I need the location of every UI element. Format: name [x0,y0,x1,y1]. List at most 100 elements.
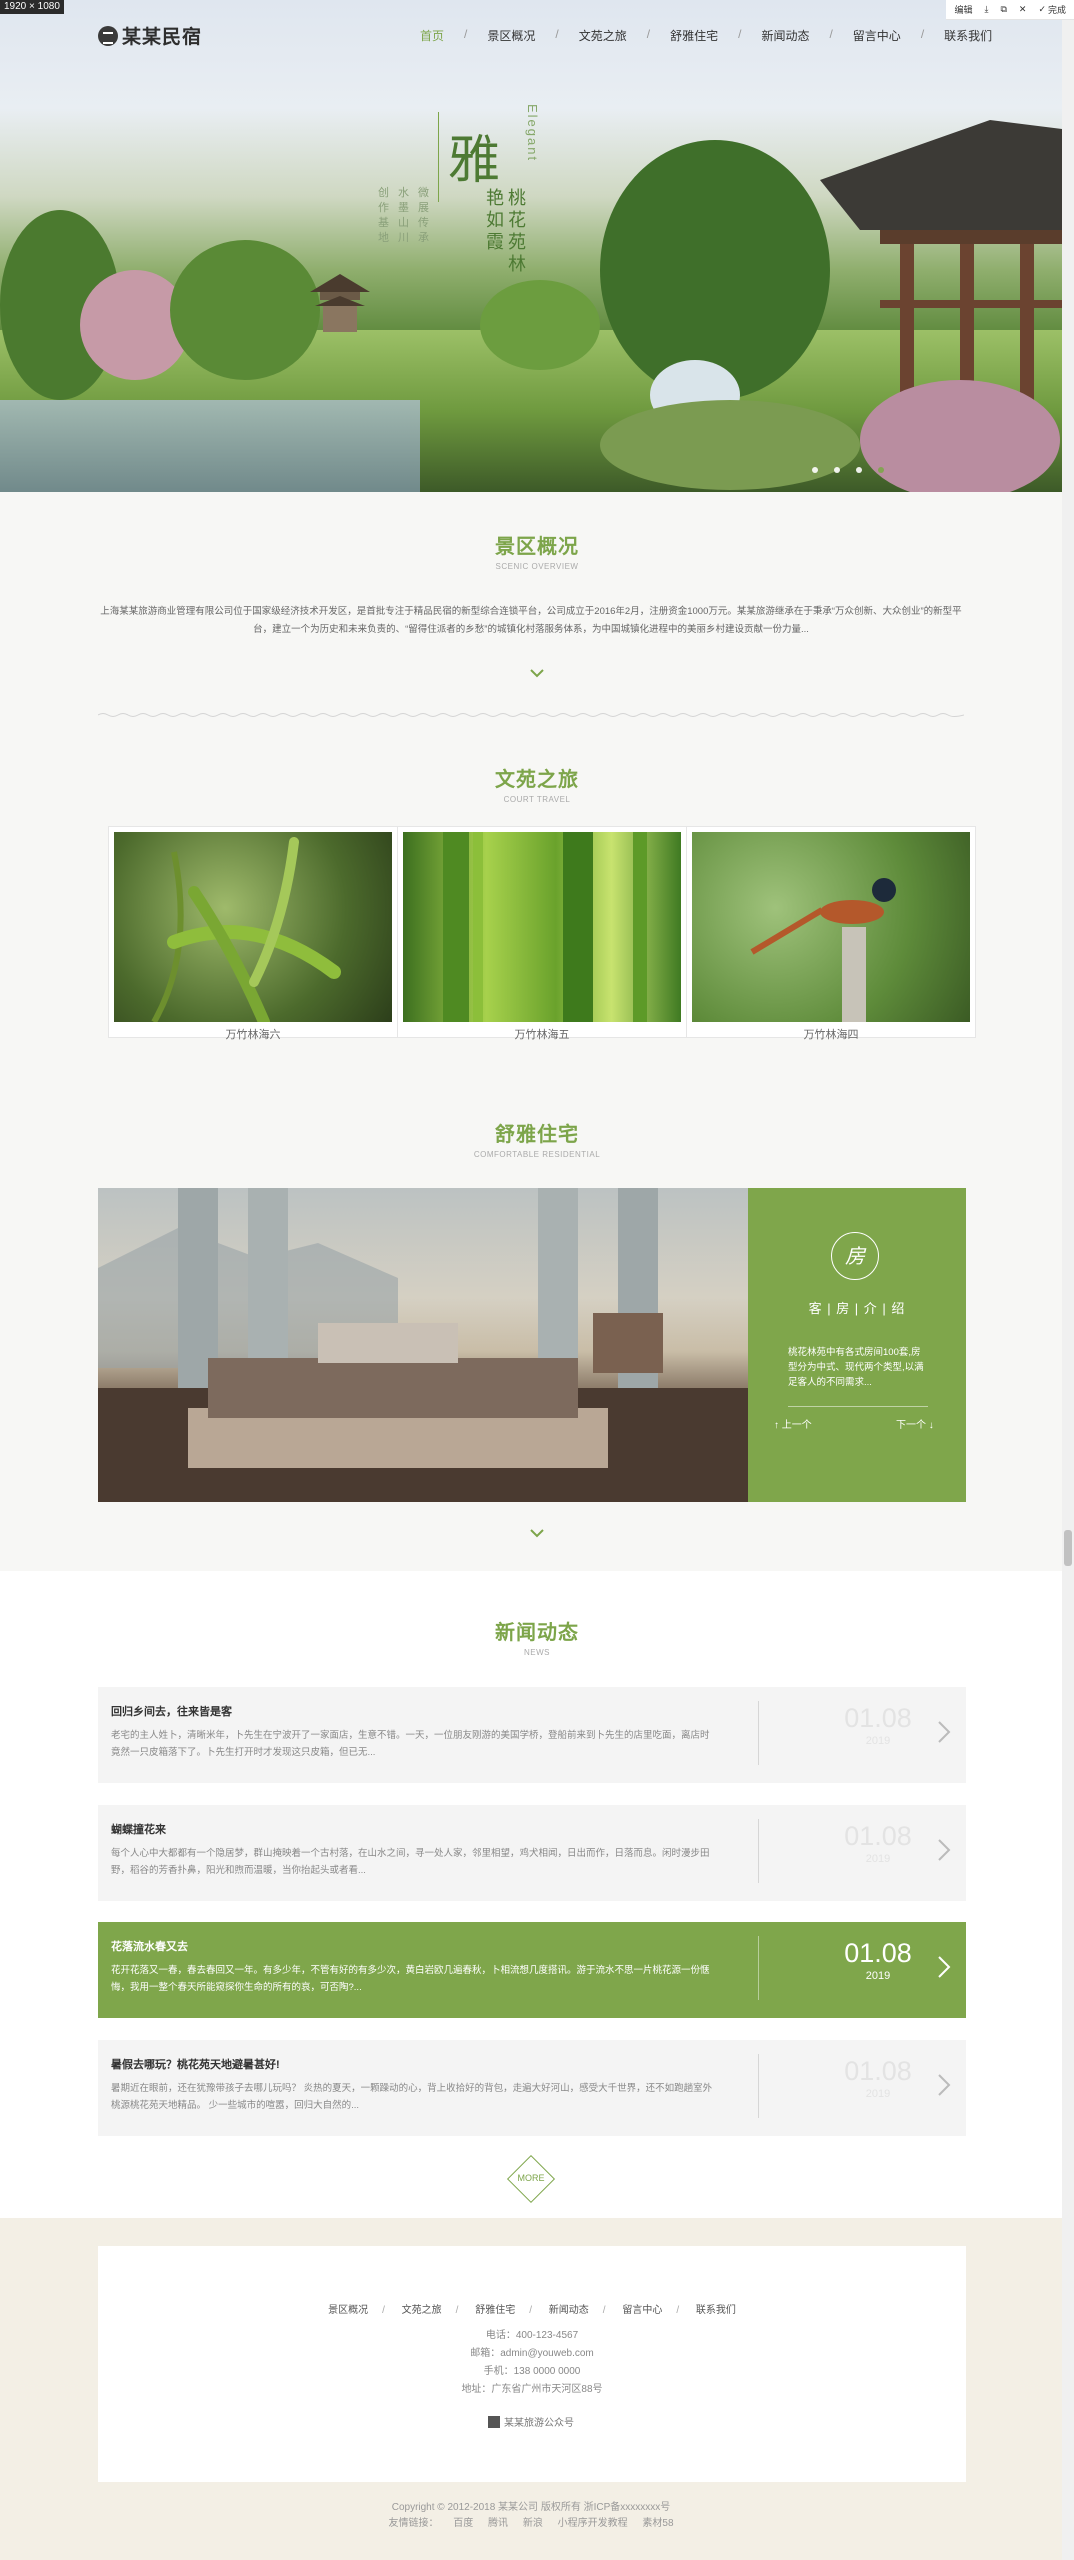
news-title[interactable]: 花落流水春又去 [111,1938,188,1954]
news-divider [758,1819,759,1883]
news-title[interactable]: 暑假去哪玩？桃花苑天地避暑甚好! [111,2056,280,2072]
news-divider [758,2054,759,2118]
slogan-left1: 微展传承 [418,187,429,244]
news-summary: 老宅的主人姓卜，清晰米年，卜先生在宁波开了一家面店，生意不错。一天，一位朋友刚游… [111,1730,710,1758]
friend-link[interactable]: 腾讯 [488,2518,508,2529]
chevron-right-icon[interactable] [937,1720,951,1744]
gallery-caption: 万竹林海六 [225,1029,281,1041]
news-year: 2019 [865,1853,891,1865]
chevron-down-icon[interactable] [530,1528,544,1538]
friend-links: 友情链接： 百度 腾讯 新浪 小程序开发教程 素材58 [0,2514,1062,2529]
panel-divider [788,1406,928,1407]
bamboo-leaf-image [114,832,392,1022]
link-separator: / [529,2305,532,2316]
chevron-right-icon[interactable] [937,1955,951,1979]
friend-link[interactable]: 新浪 [523,2518,543,2529]
pagoda-roof-icon [820,120,1062,414]
slogan-line2: 艳如霞 [486,188,504,253]
wavy-divider [98,713,964,717]
news-title[interactable]: 回归乡间去，往来皆是客 [111,1703,232,1719]
top-nav: 某某民宿 首页 / 景区概况 / 文苑之旅 / 舒雅住宅 / 新闻动态 / 留言中心 / 联… [0,0,1062,66]
nav-scenic[interactable]: 景区概况 [487,27,535,44]
news-item-highlighted[interactable]: 花落流水春又去 花开花落又一春，春去春回又一年。有多少年，不管有好的有多少次，黄… [98,1922,966,2018]
scrollbar-thumb[interactable] [1064,1530,1072,1566]
room-intro-panel: 房 客 | 房 | 介 | 绍 桃花林苑中有各式房间100套,房型分为中式、现代… [748,1188,966,1502]
section-title-residential: 舒雅住宅 COMFORTABLE RESIDENTIAL [0,1118,1074,1159]
scrollbar[interactable] [1062,20,1074,2560]
news-date: 01.08 [844,1938,912,1968]
footer-link[interactable]: 联系我们 [696,2305,736,2316]
nav-residential[interactable]: 舒雅住宅 [670,27,718,44]
link-separator: / [455,2305,459,2316]
copy-icon[interactable]: ⧉ [1000,4,1006,15]
gallery-caption: 万竹林海五 [514,1029,570,1041]
section-title: 文苑之旅 [495,769,579,791]
section-title-scenic: 景区概况 SCENIC OVERVIEW [0,530,1074,571]
nav-message[interactable]: 留言中心 [853,27,901,44]
pager-dot[interactable] [812,467,818,473]
footer-link[interactable]: 舒雅住宅 [475,2305,515,2316]
wechat-icon [488,2415,500,2428]
slogan-line1: 桃花苑林 [508,188,526,275]
download-icon[interactable]: ⤓ [984,4,988,15]
nav-news[interactable]: 新闻动态 [761,27,809,44]
news-year: 2019 [865,1970,891,1982]
section-subtitle: NEWS [524,1648,550,1657]
nav-culture[interactable]: 文苑之旅 [579,27,627,44]
site-logo[interactable]: 某某民宿 [98,22,202,49]
slogan-line [438,112,439,202]
room-panel-title: 客 | 房 | 介 | 绍 [808,1301,906,1316]
nav-separator: / [555,27,559,41]
link-separator: / [382,2305,385,2316]
news-item[interactable]: 回归乡间去，往来皆是客 老宅的主人姓卜，清晰米年，卜先生在宁波开了一家面店，生意… [98,1687,966,1783]
news-item[interactable]: 暑假去哪玩？桃花苑天地避暑甚好! 暑期近在眼前，还在犹豫带孩子去哪儿玩吗？ 炎热… [98,2040,966,2136]
slogan-left3: 创作基地 [378,187,389,244]
bush-decor [600,400,860,490]
tree-decor [170,240,320,380]
news-item[interactable]: 蝴蝶撞花来 每个人心中大都都有一个隐居梦，群山掩映着一个古村落，在山水之间，寻一… [98,1805,966,1901]
more-label[interactable]: MORE [514,2173,548,2183]
done-button[interactable]: ✓ 完成 [1038,3,1066,16]
nav-separator: / [829,27,833,41]
prev-button[interactable]: ↑ 上一个 [774,1416,812,1431]
footer-email: 邮箱：admin@youweb.com [470,2348,594,2359]
room-image[interactable] [98,1188,748,1502]
nav-contact[interactable]: 联系我们 [944,27,992,44]
close-icon[interactable]: ✕ [1019,4,1027,15]
wechat-account[interactable]: 某某旅游公众号 [488,2414,578,2429]
gallery-card[interactable]: 万竹林海五 [397,826,687,1041]
room-icon: 房 [831,1232,879,1280]
main-menu: 首页 / 景区概况 / 文苑之旅 / 舒雅住宅 / 新闻动态 / 留言中心 / 联系我们 [420,27,992,44]
footer-link[interactable]: 景区概况 [328,2305,368,2316]
footer-links: 景区概况 / 文苑之旅 / 舒雅住宅 / 新闻动态 / 留言中心 / 联系我们 [98,2301,966,2316]
bamboo-forest-image [403,832,681,1022]
logo-icon [98,25,118,46]
chevron-right-icon[interactable] [937,1838,951,1862]
pager-dot[interactable] [834,467,840,473]
chevron-down-icon[interactable] [530,668,544,678]
nav-separator: / [738,27,742,41]
gallery-card[interactable]: 万竹林海四 [686,826,976,1041]
room-panel-desc: 桃花林苑中有各式房间100套,房型分为中式、现代两个类型,以满足客人的不同需求.… [788,1347,924,1388]
section-title: 舒雅住宅 [495,1124,579,1146]
editor-toolbar: 编辑 ⤓ ⧉ ✕ ✓ 完成 [946,0,1074,20]
footer-link[interactable]: 留言中心 [622,2305,662,2316]
pager-dot-active[interactable] [878,467,884,473]
pager-dot[interactable] [856,467,862,473]
slogan-left2: 水墨山川 [398,187,409,244]
friend-link[interactable]: 百度 [453,2518,473,2529]
edit-button[interactable]: 编辑 [954,3,972,16]
friend-link[interactable]: 素材58 [642,2518,673,2529]
friend-link[interactable]: 小程序开发教程 [558,2518,628,2529]
footer-link[interactable]: 新闻动态 [549,2305,589,2316]
footer-link[interactable]: 文苑之旅 [402,2305,442,2316]
nav-home[interactable]: 首页 [420,27,444,44]
news-title[interactable]: 蝴蝶撞花来 [111,1821,166,1837]
hero-slogan: 雅 桃花苑林 艳如霞 Elegant 创作基地 水墨山川 微展传承 [378,100,568,290]
section-title: 景区概况 [495,536,579,558]
chevron-right-icon[interactable] [937,2073,951,2097]
footer-address: 地址：广东省广州市天河区88号 [461,2384,603,2395]
gallery-card[interactable]: 万竹林海六 [108,826,398,1041]
next-button[interactable]: 下一个 ↓ [896,1416,934,1431]
news-divider [758,1701,759,1765]
